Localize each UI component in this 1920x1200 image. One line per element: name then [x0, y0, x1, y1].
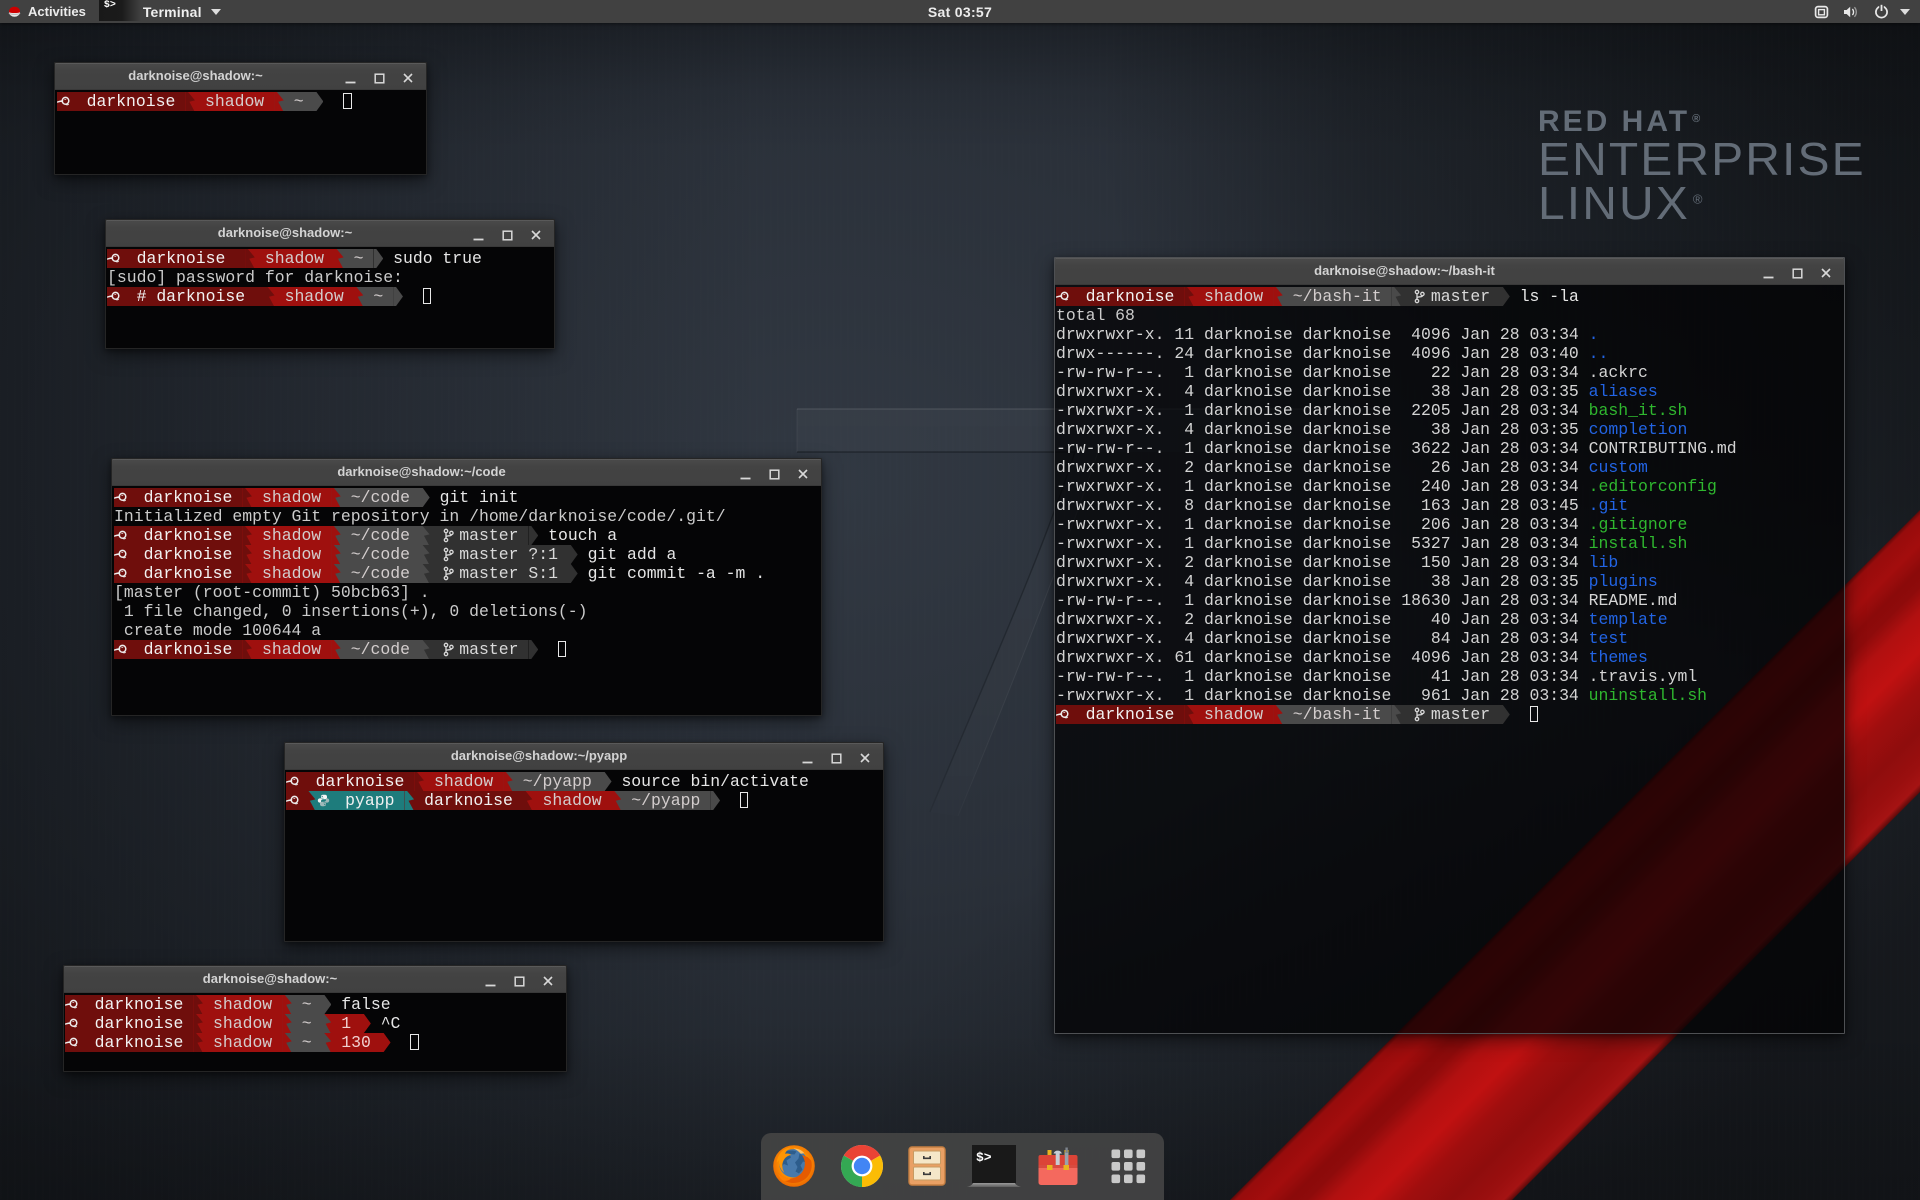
svg-text:$>: $> [976, 1150, 992, 1165]
